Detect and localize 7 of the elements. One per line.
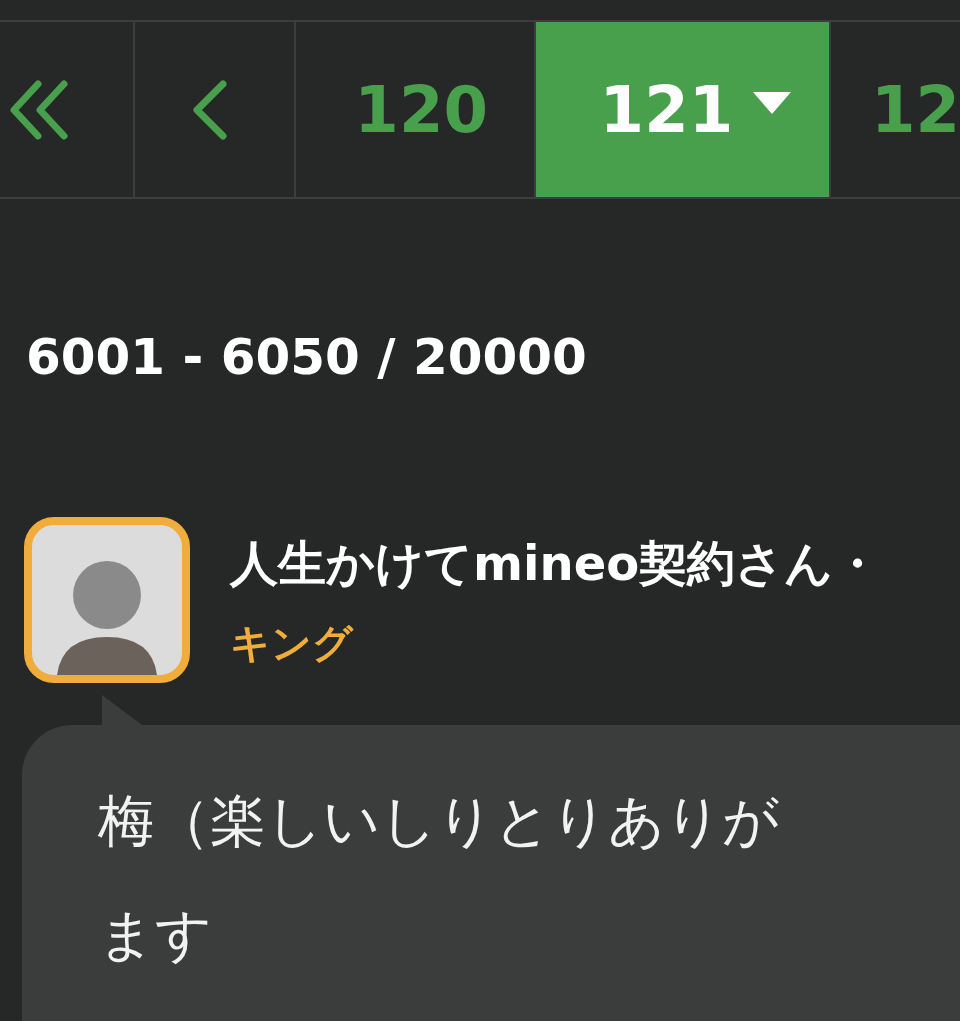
page-button[interactable]: 121 xyxy=(535,22,831,197)
page-button[interactable]: 12 xyxy=(830,22,960,197)
result-range: 6001 - 6050 / 20000 xyxy=(26,332,588,382)
caret-down-icon xyxy=(753,91,792,114)
message-text: ます xyxy=(98,907,212,963)
rank-label: キング xyxy=(230,623,355,663)
message-text: 梅（楽しいしりとりありが xyxy=(98,793,779,849)
